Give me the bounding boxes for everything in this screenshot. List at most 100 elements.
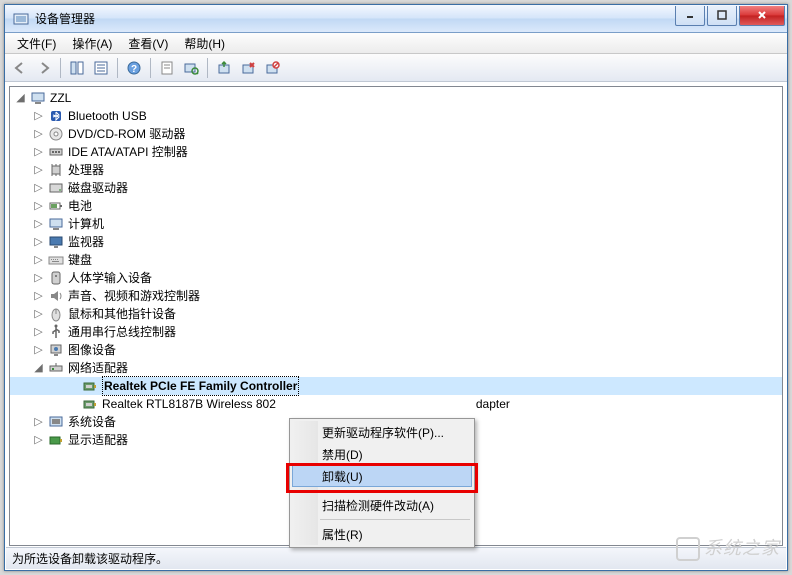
category-icon [48, 414, 64, 430]
node-label: 键盘 [68, 251, 92, 269]
expand-icon[interactable]: ▷ [34, 256, 43, 265]
tree-category[interactable]: ▷ IDE ATA/ATAPI 控制器 [10, 143, 782, 161]
category-icon [48, 108, 64, 124]
category-icon [48, 270, 64, 286]
expand-icon[interactable]: ▷ [34, 346, 43, 355]
menu-action[interactable]: 操作(A) [64, 33, 120, 54]
menu-file[interactable]: 文件(F) [9, 33, 64, 54]
toolbar: ? [5, 54, 787, 82]
collapse-icon[interactable]: ◢ [34, 364, 43, 373]
tree-category[interactable]: ◢ 网络适配器 [10, 359, 782, 377]
node-label: 系统设备 [68, 413, 116, 431]
update-driver-button[interactable] [213, 57, 235, 79]
node-label: 通用串行总线控制器 [68, 323, 176, 341]
node-label: 网络适配器 [68, 359, 128, 377]
statusbar: 为所选设备卸载该驱动程序。 [6, 547, 786, 569]
expand-icon[interactable]: ▷ [34, 130, 43, 139]
view-detail-button[interactable] [90, 57, 112, 79]
tree-category[interactable]: ▷人体学输入设备 [10, 269, 782, 287]
node-label: 显示适配器 [68, 431, 128, 449]
category-icon [48, 180, 64, 196]
menu-item-label: 卸载(U) [322, 468, 363, 485]
window-buttons [673, 6, 785, 26]
context-menu-item[interactable]: 禁用(D) [292, 443, 472, 465]
status-text: 为所选设备卸载该驱动程序。 [12, 550, 168, 567]
menu-item-label: 属性(R) [322, 526, 363, 543]
tree-category[interactable]: ▷ 计算机 [10, 215, 782, 233]
category-icon [48, 216, 64, 232]
context-menu-item[interactable]: 扫描检测硬件改动(A) [292, 494, 472, 516]
scan-hardware-button[interactable] [180, 57, 202, 79]
tree-device[interactable]: Realtek RTL8187B Wireless 802dapter [10, 395, 782, 413]
toolbar-separator [150, 58, 151, 78]
menu-separator [320, 519, 470, 520]
node-label: 图像设备 [68, 341, 116, 359]
collapse-icon[interactable]: ◢ [16, 94, 25, 103]
toolbar-separator [60, 58, 61, 78]
properties-button[interactable] [156, 57, 178, 79]
expand-icon[interactable]: ▷ [34, 436, 43, 445]
titlebar[interactable]: 设备管理器 [5, 5, 787, 33]
tree-category[interactable]: ▷监视器 [10, 233, 782, 251]
svg-text:?: ? [131, 64, 137, 75]
expand-icon[interactable]: ▷ [34, 292, 43, 301]
toolbar-separator [117, 58, 118, 78]
nav-forward-button[interactable] [33, 57, 55, 79]
expand-icon[interactable]: ▷ [34, 202, 43, 211]
node-label: 处理器 [68, 161, 104, 179]
expand-icon[interactable]: ▷ [34, 328, 43, 337]
expand-icon[interactable]: ▷ [34, 112, 43, 121]
close-button[interactable] [739, 6, 785, 26]
menu-item-label: 禁用(D) [322, 446, 363, 463]
expand-icon[interactable]: ▷ [34, 220, 43, 229]
show-hide-tree-button[interactable] [66, 57, 88, 79]
expand-icon[interactable]: ▷ [34, 274, 43, 283]
category-icon [48, 288, 64, 304]
uninstall-button[interactable] [237, 57, 259, 79]
minimize-button[interactable] [675, 6, 705, 26]
window-title: 设备管理器 [35, 10, 673, 27]
computer-icon [30, 90, 46, 106]
category-icon [48, 252, 64, 268]
node-label: Realtek RTL8187B Wireless 802 [102, 395, 276, 413]
tree-category[interactable]: ▷DVD/CD-ROM 驱动器 [10, 125, 782, 143]
tree-device[interactable]: Realtek PCIe FE Family Controller [10, 377, 782, 395]
category-icon [48, 144, 64, 160]
maximize-button[interactable] [707, 6, 737, 26]
tree-category[interactable]: ▷ 图像设备 [10, 341, 782, 359]
category-icon [48, 126, 64, 142]
tree-category[interactable]: ▷ 通用串行总线控制器 [10, 323, 782, 341]
context-menu-item[interactable]: 属性(R) [292, 523, 472, 545]
tree-category[interactable]: ▷声音、视频和游戏控制器 [10, 287, 782, 305]
expand-icon[interactable]: ▷ [34, 184, 43, 193]
expand-icon[interactable]: ▷ [34, 148, 43, 157]
tree-category[interactable]: ▷电池 [10, 197, 782, 215]
node-label: 计算机 [68, 215, 104, 233]
tree-category[interactable]: ▷ 处理器 [10, 161, 782, 179]
menu-separator [320, 490, 470, 491]
context-menu-item[interactable]: 更新驱动程序软件(P)... [292, 421, 472, 443]
tree-category[interactable]: ▷磁盘驱动器 [10, 179, 782, 197]
expand-icon[interactable]: ▷ [34, 166, 43, 175]
help-button[interactable]: ? [123, 57, 145, 79]
category-icon [48, 360, 64, 376]
category-icon [48, 162, 64, 178]
menu-help[interactable]: 帮助(H) [176, 33, 233, 54]
nav-back-button[interactable] [9, 57, 31, 79]
context-menu: 更新驱动程序软件(P)... 禁用(D) 卸载(U) 扫描检测硬件改动(A) 属性(R) [289, 418, 475, 548]
tree-category[interactable]: ▷鼠标和其他指针设备 [10, 305, 782, 323]
expand-icon[interactable]: ▷ [34, 310, 43, 319]
context-menu-item[interactable]: 卸载(U) [292, 465, 472, 487]
tree-category[interactable]: ▷ 键盘 [10, 251, 782, 269]
app-icon [13, 12, 29, 26]
tree-category[interactable]: ▷ Bluetooth USB [10, 107, 782, 125]
node-label: IDE ATA/ATAPI 控制器 [68, 143, 188, 161]
disable-button[interactable] [261, 57, 283, 79]
expand-icon[interactable]: ▷ [34, 418, 43, 427]
menu-view[interactable]: 查看(V) [120, 33, 176, 54]
expand-icon[interactable]: ▷ [34, 238, 43, 247]
category-icon [48, 306, 64, 322]
node-label: Bluetooth USB [68, 107, 147, 125]
tree-root[interactable]: ◢ZZL [10, 89, 782, 107]
menu-item-label: 扫描检测硬件改动(A) [322, 497, 434, 514]
